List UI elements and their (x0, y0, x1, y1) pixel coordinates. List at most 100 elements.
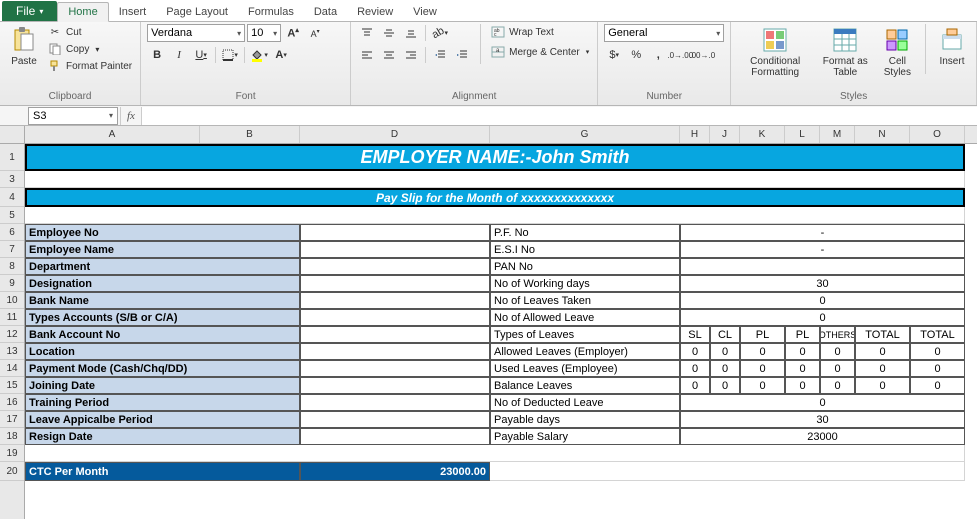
cell[interactable] (300, 258, 490, 275)
percent-button[interactable]: % (626, 46, 646, 64)
align-right-button[interactable] (401, 46, 421, 64)
cell[interactable]: No of Working days (490, 275, 680, 292)
row-header[interactable]: 19 (0, 445, 24, 462)
orientation-button[interactable]: ab▾ (430, 24, 450, 42)
cell[interactable] (300, 411, 490, 428)
cell[interactable]: TOTAL (910, 326, 965, 343)
grow-font-button[interactable]: A▴ (283, 24, 303, 42)
cell[interactable]: 0 (680, 309, 965, 326)
cell[interactable]: Balance Leaves (490, 377, 680, 394)
tab-pagelayout[interactable]: Page Layout (156, 3, 238, 21)
cell[interactable]: Used Leaves (Employee) (490, 360, 680, 377)
cell[interactable] (25, 207, 965, 224)
cell[interactable]: 0 (740, 343, 785, 360)
merge-center-button[interactable]: aMerge & Center▾ (489, 44, 591, 60)
cell[interactable]: 0 (680, 394, 965, 411)
col-header[interactable]: L (785, 126, 820, 143)
cell[interactable]: 30 (680, 275, 965, 292)
currency-button[interactable]: $▾ (604, 46, 624, 64)
cell[interactable] (300, 360, 490, 377)
tab-view[interactable]: View (403, 3, 447, 21)
col-header[interactable]: J (710, 126, 740, 143)
col-header[interactable]: O (910, 126, 965, 143)
row-header[interactable]: 20 (0, 462, 24, 481)
comma-button[interactable]: , (648, 46, 668, 64)
cell[interactable]: SL (680, 326, 710, 343)
cell[interactable]: 0 (710, 377, 740, 394)
col-header[interactable]: D (300, 126, 490, 143)
cell[interactable] (300, 326, 490, 343)
cell[interactable]: 0 (820, 377, 855, 394)
row-header[interactable]: 9 (0, 275, 24, 292)
cell[interactable]: - (680, 241, 965, 258)
col-header[interactable]: H (680, 126, 710, 143)
cell[interactable]: PL (785, 326, 820, 343)
cell[interactable]: PL (740, 326, 785, 343)
col-header[interactable]: N (855, 126, 910, 143)
cell[interactable]: Department (25, 258, 300, 275)
cell[interactable] (25, 445, 965, 462)
cell[interactable]: Location (25, 343, 300, 360)
cell[interactable]: 0 (910, 360, 965, 377)
cell[interactable]: - (680, 224, 965, 241)
cell[interactable]: 23000 (680, 428, 965, 445)
cell[interactable]: 0 (855, 360, 910, 377)
cell[interactable]: Training Period (25, 394, 300, 411)
cell[interactable] (680, 258, 965, 275)
cell[interactable]: Payment Mode (Cash/Chq/DD) (25, 360, 300, 377)
col-header[interactable]: M (820, 126, 855, 143)
format-as-table-button[interactable]: Format as Table (817, 24, 873, 80)
cell[interactable]: 0 (710, 343, 740, 360)
cell[interactable]: 0 (910, 377, 965, 394)
conditional-formatting-button[interactable]: Conditional Formatting (737, 24, 813, 80)
shrink-font-button[interactable]: A▾ (305, 24, 325, 42)
row-header[interactable]: 13 (0, 343, 24, 360)
tab-data[interactable]: Data (304, 3, 347, 21)
cell[interactable]: PAN No (490, 258, 680, 275)
cell[interactable]: No of Allowed Leave (490, 309, 680, 326)
cell[interactable]: Payable Salary (490, 428, 680, 445)
cell[interactable]: Bank Account No (25, 326, 300, 343)
cell[interactable]: 0 (820, 360, 855, 377)
cell[interactable] (300, 428, 490, 445)
cell[interactable]: CL (710, 326, 740, 343)
tab-file[interactable]: File (2, 1, 57, 21)
cell[interactable] (300, 343, 490, 360)
cell[interactable]: 0 (740, 377, 785, 394)
dec-decimal-button[interactable]: .00→.0 (692, 46, 712, 64)
number-format-combo[interactable]: General▾ (604, 24, 724, 42)
row-header[interactable]: 16 (0, 394, 24, 411)
inc-decimal-button[interactable]: .0→.00 (670, 46, 690, 64)
row-header[interactable]: 4 (0, 188, 24, 207)
ctc-label-cell[interactable]: CTC Per Month (25, 462, 300, 481)
cell[interactable]: Types of Leaves (490, 326, 680, 343)
col-header[interactable]: K (740, 126, 785, 143)
cell[interactable]: Bank Name (25, 292, 300, 309)
font-color-button[interactable]: A▾ (271, 46, 291, 64)
row-header[interactable]: 3 (0, 171, 24, 188)
select-all-corner[interactable] (0, 126, 24, 144)
cut-button[interactable]: ✂Cut (46, 24, 134, 40)
fx-button[interactable]: fx (120, 107, 142, 125)
cell[interactable]: 0 (910, 343, 965, 360)
cell[interactable]: 0 (785, 377, 820, 394)
tab-insert[interactable]: Insert (109, 3, 157, 21)
row-header[interactable]: 11 (0, 309, 24, 326)
tab-formulas[interactable]: Formulas (238, 3, 304, 21)
cell[interactable]: 0 (785, 343, 820, 360)
cell[interactable]: 0 (710, 360, 740, 377)
formula-input[interactable] (142, 107, 977, 125)
cell[interactable]: 0 (680, 377, 710, 394)
cell[interactable]: 30 (680, 411, 965, 428)
font-size-combo[interactable]: 10▾ (247, 24, 281, 42)
row-header[interactable]: 6 (0, 224, 24, 241)
cell[interactable]: Resign Date (25, 428, 300, 445)
align-left-button[interactable] (357, 46, 377, 64)
ctc-value-cell[interactable]: 23000.00 (300, 462, 490, 481)
align-top-button[interactable] (357, 24, 377, 42)
paste-button[interactable]: Paste (6, 24, 42, 69)
col-header[interactable]: G (490, 126, 680, 143)
cell[interactable]: No of Leaves Taken (490, 292, 680, 309)
row-header[interactable]: 14 (0, 360, 24, 377)
cell[interactable]: 0 (680, 360, 710, 377)
